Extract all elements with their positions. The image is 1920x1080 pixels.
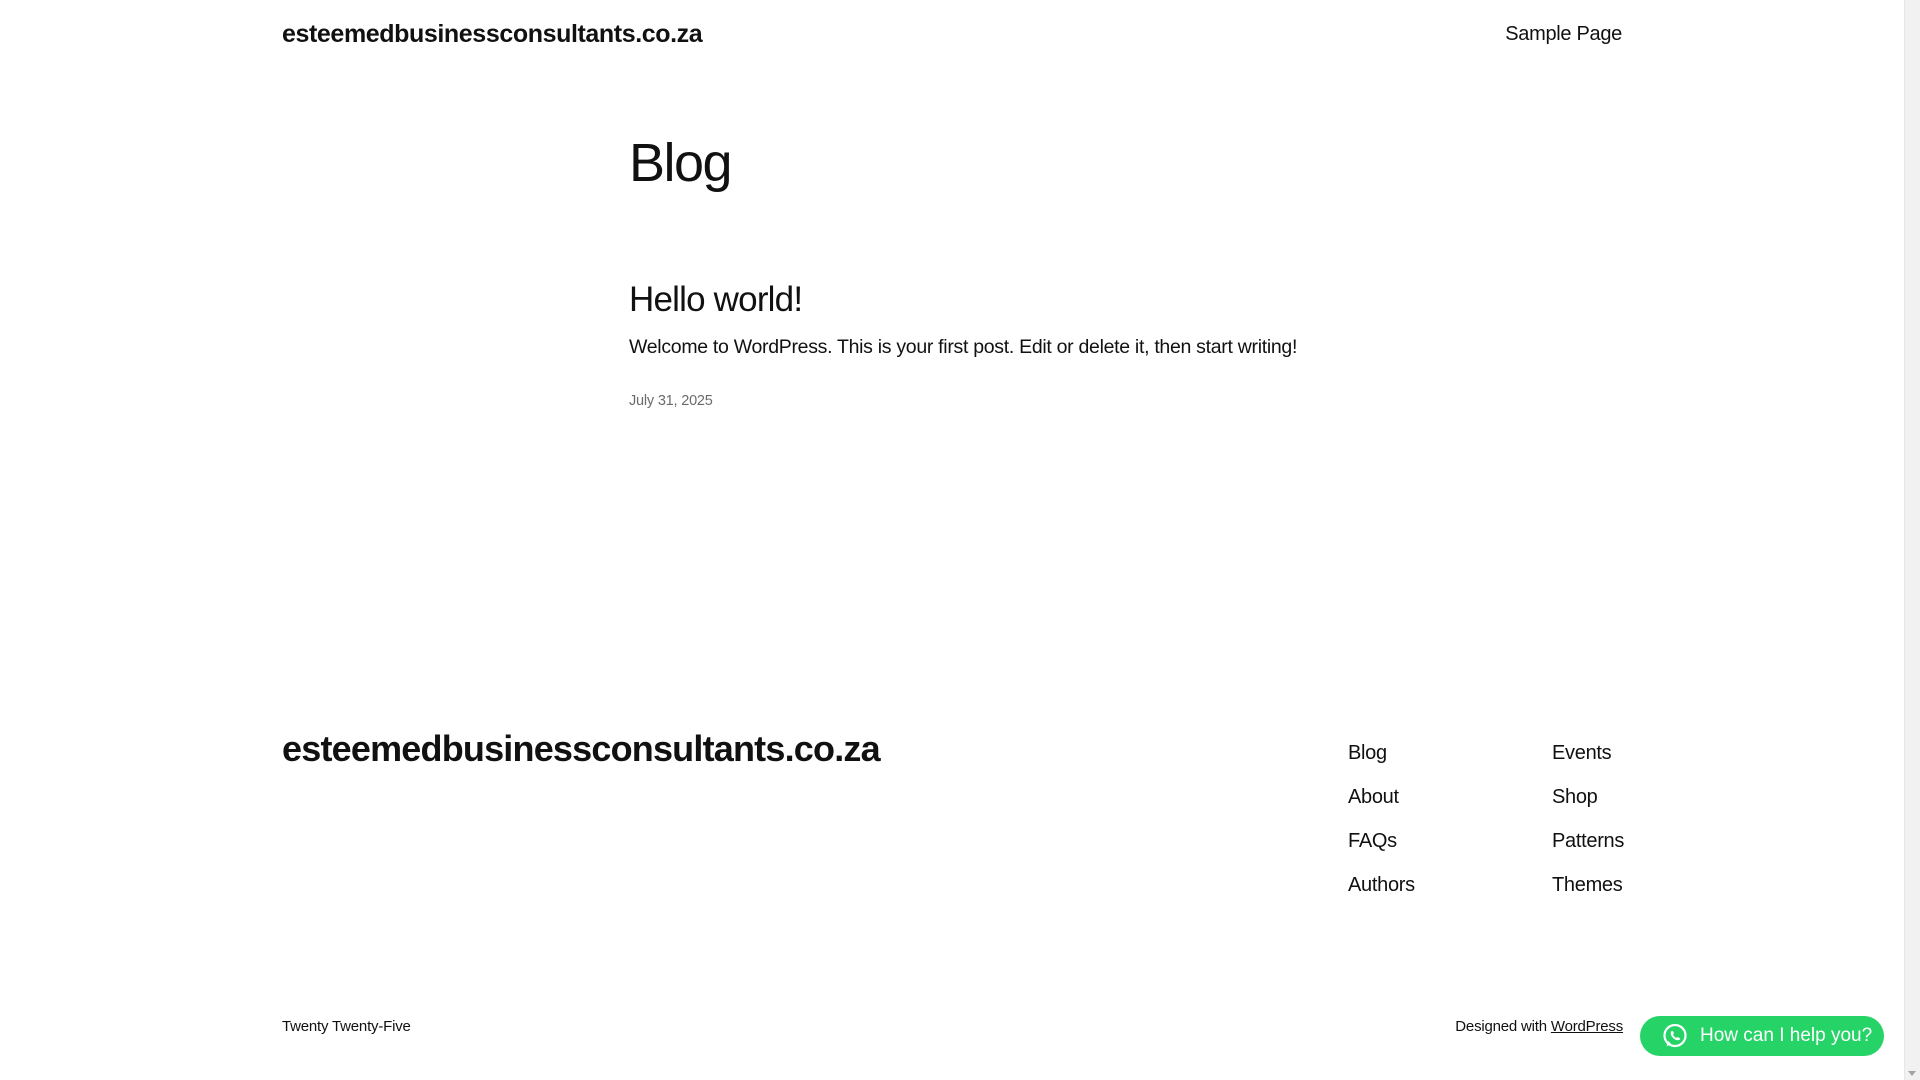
page-scrollbar[interactable] bbox=[1904, 0, 1920, 1080]
site-title-link[interactable]: esteemedbusinessconsultants.co.za bbox=[282, 20, 703, 49]
post-title-link[interactable]: Hello world! bbox=[629, 280, 803, 319]
header-nav: Sample Page bbox=[1505, 23, 1622, 46]
footer-site-title[interactable]: esteemedbusinessconsultants.co.za bbox=[282, 728, 881, 770]
footer-nav-column-2: Events Shop Patterns Themes bbox=[1552, 731, 1624, 907]
footer-link-events[interactable]: Events bbox=[1552, 731, 1624, 775]
nav-sample-page[interactable]: Sample Page bbox=[1505, 23, 1622, 45]
footer-link-patterns[interactable]: Patterns bbox=[1552, 819, 1624, 863]
post-item: Hello world! Welcome to WordPress. This … bbox=[629, 280, 1389, 409]
designed-with-credit: Designed with WordPress bbox=[1455, 1018, 1623, 1035]
scroll-down-arrow-icon[interactable] bbox=[1908, 1071, 1916, 1076]
footer-link-authors[interactable]: Authors bbox=[1348, 863, 1415, 907]
footer-link-shop[interactable]: Shop bbox=[1552, 775, 1624, 819]
footer-link-themes[interactable]: Themes bbox=[1552, 863, 1624, 907]
theme-credit: Twenty Twenty-Five bbox=[282, 1018, 411, 1035]
footer-nav-column-1: Blog About FAQs Authors bbox=[1348, 731, 1415, 907]
designed-with-text: Designed with bbox=[1455, 1018, 1547, 1035]
whatsapp-icon bbox=[1662, 1023, 1688, 1049]
post-date: July 31, 2025 bbox=[629, 393, 1389, 409]
footer-link-faqs[interactable]: FAQs bbox=[1348, 819, 1415, 863]
page-title: Blog bbox=[629, 133, 733, 193]
chat-help-label: How can I help you? bbox=[1700, 1025, 1873, 1046]
wordpress-link[interactable]: WordPress bbox=[1551, 1018, 1623, 1035]
site-header: esteemedbusinessconsultants.co.za Sample… bbox=[282, 18, 1622, 54]
post-title: Hello world! bbox=[629, 280, 1389, 320]
footer-link-blog[interactable]: Blog bbox=[1348, 731, 1415, 775]
footer-link-about[interactable]: About bbox=[1348, 775, 1415, 819]
chat-help-button[interactable]: How can I help you? bbox=[1640, 1016, 1884, 1056]
post-excerpt: Welcome to WordPress. This is your first… bbox=[629, 336, 1298, 359]
post-date-link[interactable]: July 31, 2025 bbox=[629, 393, 713, 409]
